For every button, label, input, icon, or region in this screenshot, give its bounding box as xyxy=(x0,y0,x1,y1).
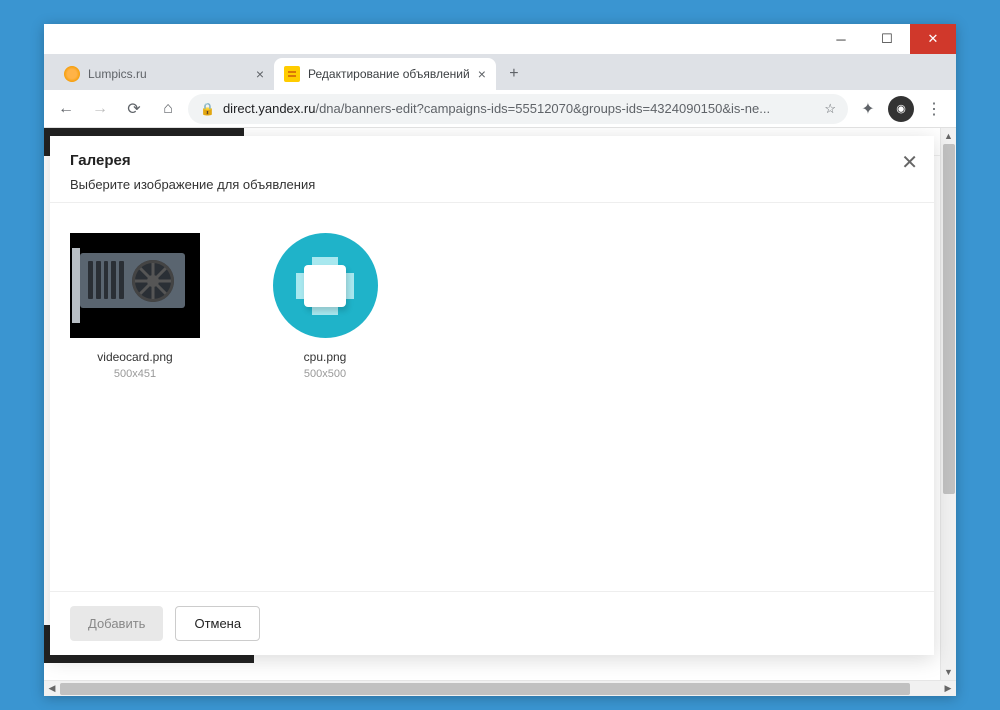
close-icon[interactable]: × xyxy=(478,66,486,82)
favicon-icon xyxy=(64,66,80,82)
scroll-up-icon[interactable]: ▲ xyxy=(941,128,956,144)
thumbnail-videocard xyxy=(70,233,200,338)
browser-toolbar: ← → ⟳ ⌂ 🔒 direct.yandex.ru/dna/banners-e… xyxy=(44,90,956,128)
close-icon[interactable]: × xyxy=(256,66,264,82)
profile-avatar[interactable]: ◉ xyxy=(888,96,914,122)
file-dimensions: 500x451 xyxy=(70,368,200,380)
scroll-thumb[interactable] xyxy=(943,144,955,494)
back-button[interactable]: ← xyxy=(52,95,80,123)
add-button[interactable]: Добавить xyxy=(70,606,163,641)
modal-subtitle: Выберите изображение для объявления xyxy=(70,177,914,192)
modal-close-button[interactable]: ✕ xyxy=(901,150,918,175)
gallery-grid: videocard.png 500x451 xyxy=(50,203,934,591)
tab-title: Редактирование объявлений xyxy=(308,67,470,81)
window-close-button[interactable]: ✕ xyxy=(910,24,956,54)
file-name: cpu.png xyxy=(260,350,390,364)
new-tab-button[interactable]: + xyxy=(500,60,528,88)
star-icon[interactable]: ☆ xyxy=(824,101,836,117)
modal-title: Галерея xyxy=(70,152,914,169)
file-dimensions: 500x500 xyxy=(260,368,390,380)
favicon-icon xyxy=(284,66,300,82)
scroll-left-icon[interactable]: ◀ xyxy=(44,683,60,694)
modal-footer: Добавить Отмена xyxy=(50,591,934,655)
scroll-thumb-horizontal[interactable] xyxy=(60,683,910,695)
tab-strip: Lumpics.ru × Редактирование объявлений ×… xyxy=(44,54,956,90)
extensions-button[interactable]: ✦ xyxy=(854,95,882,123)
gallery-item[interactable]: cpu.png 500x500 xyxy=(260,233,390,380)
thumbnail-cpu xyxy=(260,233,390,338)
reload-button[interactable]: ⟳ xyxy=(120,95,148,123)
window-titlebar: ─ ☐ ✕ xyxy=(44,24,956,54)
window-maximize-button[interactable]: ☐ xyxy=(864,24,910,54)
menu-button[interactable]: ⋮ xyxy=(920,95,948,123)
browser-tab[interactable]: Lumpics.ru × xyxy=(54,58,274,90)
gallery-modal: Галерея Выберите изображение для объявле… xyxy=(50,136,934,655)
file-name: videocard.png xyxy=(70,350,200,364)
scroll-down-icon[interactable]: ▼ xyxy=(941,664,956,680)
scroll-right-icon[interactable]: ▶ xyxy=(940,683,956,694)
window-minimize-button[interactable]: ─ xyxy=(818,24,864,54)
forward-button[interactable]: → xyxy=(86,95,114,123)
browser-tab-active[interactable]: Редактирование объявлений × xyxy=(274,58,496,90)
horizontal-scrollbar[interactable]: ◀ ▶ xyxy=(44,680,956,696)
browser-window: ─ ☐ ✕ Lumpics.ru × Редактирование объявл… xyxy=(44,24,956,696)
tab-title: Lumpics.ru xyxy=(88,67,248,81)
lock-icon: 🔒 xyxy=(200,102,215,116)
vertical-scrollbar[interactable]: ▲ ▼ xyxy=(940,128,956,680)
cancel-button[interactable]: Отмена xyxy=(175,606,260,641)
address-bar[interactable]: 🔒 direct.yandex.ru/dna/banners-edit?camp… xyxy=(188,94,848,124)
modal-header: Галерея Выберите изображение для объявле… xyxy=(50,136,934,203)
url-text: direct.yandex.ru/dna/banners-edit?campai… xyxy=(223,101,816,116)
home-button[interactable]: ⌂ xyxy=(154,95,182,123)
page-content: ▲ ▼ 〈 Свернуть Галерея Выберите изображе… xyxy=(44,128,956,680)
gallery-item[interactable]: videocard.png 500x451 xyxy=(70,233,200,380)
